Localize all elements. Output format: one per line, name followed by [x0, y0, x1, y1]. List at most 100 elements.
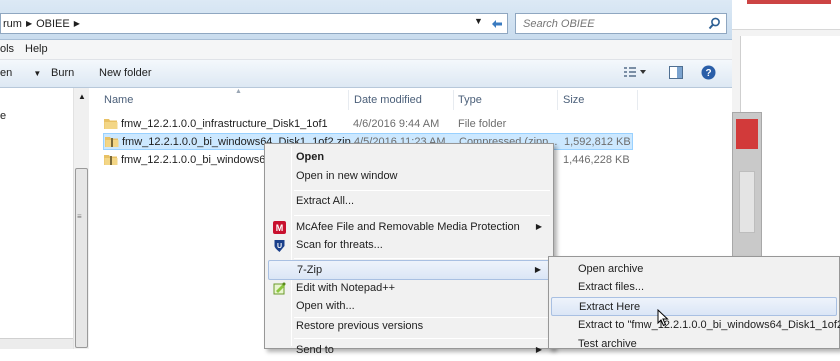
menu-label: Restore previous versions — [296, 320, 424, 332]
menu-7zip[interactable]: 7-Zip ▶ — [268, 260, 550, 280]
menu-label: Open with... — [296, 300, 355, 312]
file-name: fmw_12.2.1.0.0_infrastructure_Disk1_1of1 — [121, 118, 328, 130]
menu-open-with[interactable]: Open with... — [268, 297, 550, 317]
file-size: 1,592,812 KB — [564, 136, 631, 148]
organize-button[interactable]: en ▼ — [0, 67, 41, 79]
menu-label: Extract files... — [578, 281, 645, 293]
menu-bar: ols Help — [0, 40, 732, 60]
svg-text:M: M — [276, 223, 284, 233]
new-folder-button[interactable]: New folder — [99, 67, 152, 79]
menu-label: Open in new window — [296, 170, 398, 182]
submenu-arrow-icon: ▶ — [535, 222, 542, 231]
breadcrumb-separator-icon[interactable]: ▶ — [26, 19, 32, 28]
file-row[interactable]: fmw_12.2.1.0.0_infrastructure_Disk1_1of1… — [103, 116, 633, 133]
column-header-type[interactable]: Type — [458, 94, 482, 106]
command-bar: en ▼ Burn New folder ? — [0, 60, 732, 88]
file-date: 4/6/2016 9:44 AM — [353, 118, 440, 130]
nav-item[interactable]: e — [0, 110, 6, 122]
menu-label: Edit with Notepad++ — [296, 282, 396, 294]
menu-open[interactable]: Open — [268, 148, 550, 168]
menu-label: Test archive — [578, 338, 637, 350]
menu-scan-threats[interactable]: U Scan for threats... — [268, 236, 550, 256]
sevenzip-submenu: Open archive Extract files... Extract He… — [548, 256, 840, 350]
search-input[interactable] — [516, 14, 696, 33]
address-bar[interactable]: rum ▶ OBIEE ▶ — [0, 13, 508, 34]
column-header-name[interactable]: Name — [104, 94, 133, 106]
background-window-header — [732, 0, 840, 30]
column-header-size[interactable]: Size — [563, 94, 584, 106]
mouse-cursor-icon — [657, 309, 669, 327]
column-divider[interactable] — [453, 90, 454, 110]
menu-extract-all[interactable]: Extract All... — [268, 192, 550, 212]
file-name: fmw_12.2.1.0.0_bi_windows64_I — [121, 154, 281, 166]
notepad-plus-plus-icon — [273, 282, 286, 295]
menu-label: Extract to "fmw_12.2.1.0.0_bi_windows64_… — [578, 319, 840, 331]
preview-pane-icon — [669, 66, 683, 79]
navigation-pane: e — [0, 88, 73, 349]
address-dropdown-icon[interactable]: ▼ — [474, 16, 483, 26]
burn-button[interactable]: Burn — [51, 67, 74, 79]
menu-label: Scan for threats... — [296, 239, 383, 251]
zip-folder-icon — [105, 137, 119, 147]
column-divider[interactable] — [557, 90, 558, 110]
column-divider[interactable] — [637, 90, 638, 110]
menu-label: Extract Here — [579, 301, 641, 313]
search-icon[interactable] — [708, 17, 721, 30]
svg-text:?: ? — [705, 68, 711, 79]
menu-open-archive[interactable]: Open archive — [551, 260, 837, 279]
menu-restore-previous[interactable]: Restore previous versions — [268, 317, 550, 337]
menu-label: Open — [296, 151, 325, 163]
menu-notepadpp[interactable]: Edit with Notepad++ — [268, 279, 550, 299]
menu-mcafee[interactable]: M McAfee File and Removable Media Protec… — [268, 218, 550, 238]
menu-label: Extract All... — [296, 195, 355, 207]
mcafee-icon: M — [273, 221, 286, 234]
submenu-arrow-icon: ▶ — [534, 265, 541, 274]
menu-help[interactable]: Help — [25, 43, 48, 55]
scrollbar-thumb[interactable] — [75, 168, 88, 348]
nav-pane-bottom — [0, 338, 73, 349]
menu-test-archive[interactable]: Test archive — [551, 335, 837, 354]
shield-icon: U — [274, 240, 285, 252]
organize-label: en — [0, 67, 13, 79]
menu-separator — [294, 338, 550, 339]
menu-open-new-window[interactable]: Open in new window — [268, 167, 550, 187]
context-menu: Open Open in new window Extract All... M… — [264, 143, 554, 356]
scroll-grip-icon: ≡ — [77, 212, 82, 221]
nav-scrollbar[interactable]: ▲ ≡ — [73, 88, 89, 349]
refresh-icon — [492, 19, 502, 28]
zip-folder-icon — [104, 155, 118, 165]
menu-extract-files[interactable]: Extract files... — [551, 278, 837, 297]
address-bar-area: rum ▶ OBIEE ▶ ▼ — [0, 0, 732, 40]
menu-label: Open archive — [578, 263, 644, 275]
column-header-date[interactable]: Date modified — [354, 94, 422, 106]
menu-extract-to[interactable]: Extract to "fmw_12.2.1.0.0_bi_windows64_… — [551, 316, 840, 335]
scroll-up-arrow-icon[interactable]: ▲ — [78, 92, 86, 101]
menu-label: McAfee File and Removable Media Protecti… — [296, 221, 520, 233]
folder-icon — [104, 119, 118, 129]
breadcrumb-item[interactable]: OBIEE — [36, 18, 70, 30]
view-icon — [624, 67, 646, 77]
breadcrumb-separator-icon[interactable]: ▶ — [74, 19, 80, 28]
view-options-button[interactable] — [624, 66, 646, 81]
menu-send-to[interactable]: Send to ▶ — [268, 341, 550, 361]
menu-separator — [294, 190, 550, 191]
menu-separator — [294, 215, 550, 216]
preview-pane-button[interactable] — [669, 66, 683, 82]
menu-tools[interactable]: ols — [0, 43, 14, 55]
help-button[interactable]: ? — [701, 65, 716, 83]
menu-label: 7-Zip — [297, 264, 323, 276]
breadcrumb-item[interactable]: rum — [3, 18, 22, 30]
menu-label: Send to — [296, 344, 334, 356]
close-button-edge[interactable] — [747, 0, 831, 4]
chevron-down-icon: ▼ — [33, 69, 42, 78]
file-size: 1,446,228 KB — [563, 154, 630, 166]
sort-ascending-icon: ▲ — [235, 88, 242, 95]
help-icon: ? — [701, 65, 716, 80]
file-type: File folder — [458, 118, 507, 130]
search-box[interactable] — [515, 13, 727, 34]
submenu-arrow-icon: ▶ — [535, 345, 542, 354]
column-divider[interactable] — [348, 90, 349, 110]
menu-extract-here[interactable]: Extract Here — [551, 297, 837, 316]
menu-separator — [294, 258, 550, 259]
refresh-button[interactable] — [486, 14, 508, 33]
